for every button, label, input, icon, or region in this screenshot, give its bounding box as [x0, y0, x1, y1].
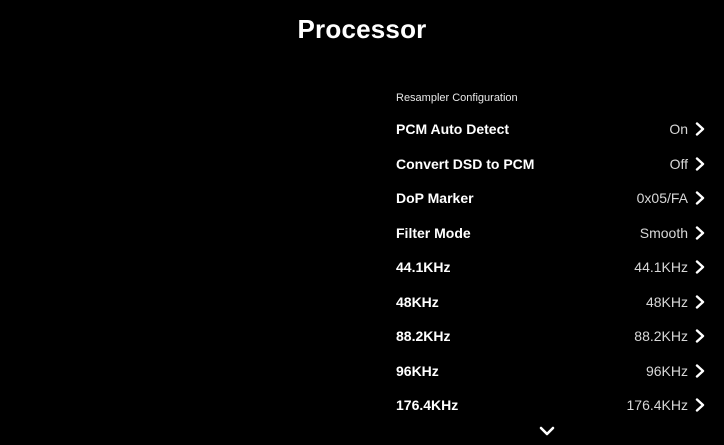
settings-list: PCM Auto Detect On Convert DSD to PCM Of… — [396, 112, 706, 423]
chevron-right-icon — [694, 329, 706, 343]
setting-value-group: Smooth — [640, 225, 706, 241]
setting-value: 48KHz — [645, 293, 688, 310]
setting-value-group: 48KHz — [646, 294, 706, 310]
chevron-right-icon — [694, 295, 706, 309]
setting-value-group: 44.1KHz — [634, 259, 706, 275]
setting-value-group: Off — [670, 156, 706, 172]
setting-value-group: On — [669, 121, 706, 137]
setting-label: 48KHz — [396, 293, 439, 310]
chevron-right-icon — [694, 364, 706, 378]
setting-value: 96KHz — [645, 362, 688, 379]
setting-value: On — [669, 121, 688, 138]
setting-value: 0x05/FA — [636, 190, 688, 207]
setting-label: 44.1KHz — [396, 259, 451, 276]
setting-row-pcm-auto-detect[interactable]: PCM Auto Detect On — [396, 112, 706, 147]
setting-label: Filter Mode — [396, 224, 471, 241]
setting-row-44-1khz[interactable]: 44.1KHz 44.1KHz — [396, 250, 706, 285]
setting-row-88-2khz[interactable]: 88.2KHz 88.2KHz — [396, 319, 706, 354]
page-title: Processor — [297, 14, 427, 44]
setting-value-group: 88.2KHz — [634, 328, 706, 344]
setting-value: Smooth — [639, 224, 688, 241]
setting-value-group: 96KHz — [646, 363, 706, 379]
setting-label: 96KHz — [396, 362, 439, 379]
chevron-down-icon[interactable] — [539, 425, 555, 437]
chevron-right-icon — [694, 398, 706, 412]
setting-label: PCM Auto Detect — [396, 121, 510, 138]
section-label-resampler-configuration: Resampler Configuration — [396, 92, 518, 104]
chevron-right-icon — [694, 191, 706, 205]
chevron-right-icon — [694, 260, 706, 274]
setting-row-filter-mode[interactable]: Filter Mode Smooth — [396, 216, 706, 251]
setting-value: 176.4KHz — [626, 397, 688, 414]
setting-row-48khz[interactable]: 48KHz 48KHz — [396, 285, 706, 320]
setting-value: 44.1KHz — [634, 259, 688, 276]
setting-row-176-4khz[interactable]: 176.4KHz 176.4KHz — [396, 388, 706, 423]
setting-row-convert-dsd-to-pcm[interactable]: Convert DSD to PCM Off — [396, 147, 706, 182]
setting-row-96khz[interactable]: 96KHz 96KHz — [396, 354, 706, 389]
setting-label: Convert DSD to PCM — [396, 155, 535, 172]
setting-value-group: 0x05/FA — [637, 190, 706, 206]
chevron-right-icon — [694, 122, 706, 136]
chevron-right-icon — [694, 226, 706, 240]
setting-value-group: 176.4KHz — [627, 397, 706, 413]
setting-value: 88.2KHz — [634, 328, 688, 345]
setting-label: DoP Marker — [396, 190, 474, 207]
processor-screen: Processor Resampler Configuration PCM Au… — [0, 0, 724, 445]
setting-value: Off — [669, 155, 688, 172]
setting-label: 176.4KHz — [396, 397, 459, 414]
chevron-right-icon — [694, 157, 706, 171]
setting-label: 88.2KHz — [396, 328, 451, 345]
setting-row-dop-marker[interactable]: DoP Marker 0x05/FA — [396, 181, 706, 216]
